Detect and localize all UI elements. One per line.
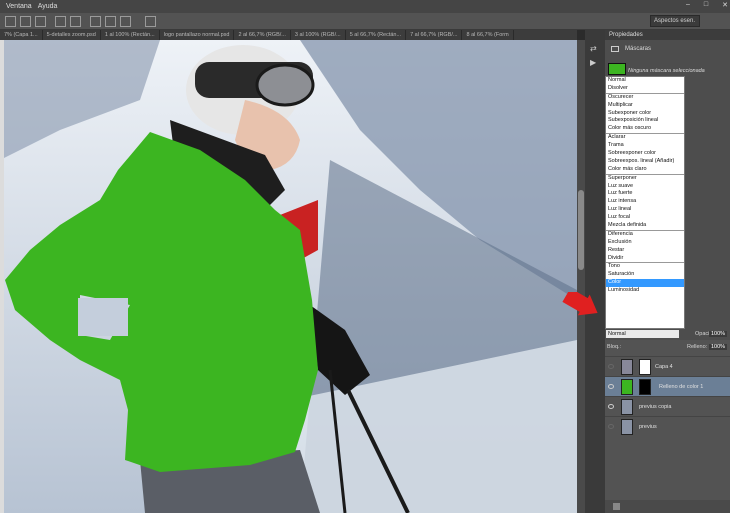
layer-name: Capa 4 [655, 364, 673, 370]
layer-thumbnail [621, 379, 633, 395]
scrollbar-thumb[interactable] [578, 190, 584, 270]
blend-option[interactable]: Aclarar [606, 134, 684, 142]
document-canvas[interactable] [0, 40, 577, 513]
doc-tab[interactable]: logo pantallazo normal.psd [160, 30, 235, 40]
blend-option[interactable]: Luz intensa [606, 198, 684, 206]
blend-option[interactable]: Sobreexponer color [606, 150, 684, 158]
document-tabs: 7% (Capa 1... 5-detalles zoom.psd 1 al 1… [0, 30, 577, 40]
align-bottom-icon[interactable] [35, 16, 46, 27]
blend-option[interactable]: Color [606, 279, 684, 288]
mask-icon [611, 46, 619, 52]
fill-value[interactable]: 100% [709, 344, 728, 350]
blend-option[interactable]: Subexposición lineal [606, 117, 684, 125]
blend-option[interactable]: Color más claro [606, 166, 684, 174]
panel-dock: ⇄ ▶ [585, 30, 605, 513]
minimize-icon[interactable]: – [686, 1, 690, 9]
layers-footer [605, 500, 730, 513]
blend-option[interactable]: Color más oscuro [606, 125, 684, 133]
properties-title: Propiedades [605, 30, 730, 40]
blend-option[interactable]: Tono [606, 263, 684, 271]
blend-option[interactable]: Luz suave [606, 183, 684, 191]
visibility-icon[interactable] [608, 384, 614, 389]
doc-tab[interactable]: 5 al 66,7% (Rectán... [346, 30, 407, 40]
layer-mask-thumbnail [639, 359, 651, 375]
blend-option[interactable]: Saturación [606, 271, 684, 279]
doc-tab[interactable]: 5-detalles zoom.psd [43, 30, 101, 40]
window-controls: – □ ✕ [680, 1, 728, 9]
layer-row[interactable]: previus [605, 416, 730, 436]
blend-option[interactable]: Restar [606, 247, 684, 255]
visibility-icon[interactable] [608, 424, 614, 429]
fill-label: Relleno: [687, 344, 708, 350]
skier-photo [0, 40, 577, 513]
blend-option[interactable]: Oscurecer [606, 94, 684, 102]
workspace-select[interactable]: Aspectos esen. [650, 15, 700, 27]
blend-option[interactable]: Multiplicar [606, 102, 684, 110]
restore-icon[interactable]: □ [704, 1, 708, 9]
align-middle-icon[interactable] [20, 16, 31, 27]
layer-row-selected[interactable]: Relleno de color 1 [605, 376, 730, 396]
red-arrow-icon [562, 292, 598, 316]
distribute-h-icon[interactable] [105, 16, 116, 27]
distribute-icon[interactable] [90, 16, 101, 27]
doc-tab[interactable]: 1 al 100% (Rectán... [101, 30, 160, 40]
distribute-v-icon[interactable] [120, 16, 131, 27]
layer-thumbnail [621, 359, 633, 375]
blend-option[interactable]: Normal [606, 77, 684, 85]
blend-option[interactable]: Luz lineal [606, 206, 684, 214]
history-icon[interactable]: ⇄ [590, 44, 600, 54]
menu-ventana[interactable]: Ventana [6, 3, 32, 10]
layer-name: previus copia [639, 404, 672, 410]
layer-name: previus [639, 424, 657, 430]
blend-option[interactable]: Luz fuerte [606, 190, 684, 198]
lock-label: Bloq.: [607, 344, 622, 350]
blend-option[interactable]: Disolver [606, 85, 684, 93]
doc-tab[interactable]: 7 al 66,7% (RGB/... [406, 30, 463, 40]
align-left-icon[interactable] [55, 16, 66, 27]
layer-name: Relleno de color 1 [659, 384, 704, 390]
blend-option[interactable]: Diferencia [606, 231, 684, 239]
layer-row[interactable]: Capa 4 [605, 356, 730, 376]
align-top-icon[interactable] [5, 16, 16, 27]
blend-option[interactable]: Subexponer color [606, 110, 684, 118]
doc-tab[interactable]: 8 al 66,7% (Form [462, 30, 514, 40]
doc-tab[interactable]: 7% (Capa 1... [0, 30, 43, 40]
vertical-ruler [0, 40, 4, 513]
blend-mode-select[interactable]: Normal [606, 330, 679, 338]
options-bar: Aspectos esen. [0, 13, 730, 30]
visibility-icon[interactable] [608, 404, 614, 409]
blend-option[interactable]: Sobreexpos. lineal (Añadir) [606, 158, 684, 166]
blend-option[interactable]: Luz focal [606, 214, 684, 222]
blend-mode-dropdown[interactable]: Normal Disolver Oscurecer Multiplicar Subexp… [605, 76, 685, 329]
opacity-value[interactable]: 100% [709, 331, 728, 337]
blend-option[interactable]: Luminosidad [606, 287, 684, 295]
masks-section: Máscaras [605, 43, 730, 55]
layer-thumbnail [621, 419, 633, 435]
vertical-scrollbar[interactable] [577, 40, 585, 513]
close-icon[interactable]: ✕ [722, 1, 728, 9]
doc-tab[interactable]: 2 al 66,7% (RGB/... [234, 30, 291, 40]
blend-option[interactable]: Mezcla definida [606, 222, 684, 230]
blend-option[interactable]: Superponer [606, 175, 684, 183]
menu-ayuda[interactable]: Ayuda [38, 3, 58, 10]
doc-tab[interactable]: 3 al 100% (RGB/... [291, 30, 346, 40]
play-icon[interactable]: ▶ [590, 58, 600, 68]
trash-icon[interactable] [613, 503, 620, 510]
align-center-icon[interactable] [70, 16, 81, 27]
blend-option[interactable]: Exclusión [606, 239, 684, 247]
masks-label: Máscaras [625, 46, 652, 52]
layer-row[interactable]: previus copia [605, 396, 730, 416]
layers-empty-area [605, 436, 730, 496]
blend-option[interactable]: Trama [606, 142, 684, 150]
layer-mask-thumbnail [639, 379, 651, 395]
menu-bar: Ventana Ayuda – □ ✕ [0, 0, 730, 13]
color-mask-thumb[interactable] [608, 63, 626, 75]
visibility-icon[interactable] [608, 364, 614, 369]
layer-thumbnail [621, 399, 633, 415]
mask-status: Ninguna máscara seleccionada [628, 68, 705, 74]
auto-align-icon[interactable] [145, 16, 156, 27]
blend-option[interactable]: Dividir [606, 255, 684, 263]
